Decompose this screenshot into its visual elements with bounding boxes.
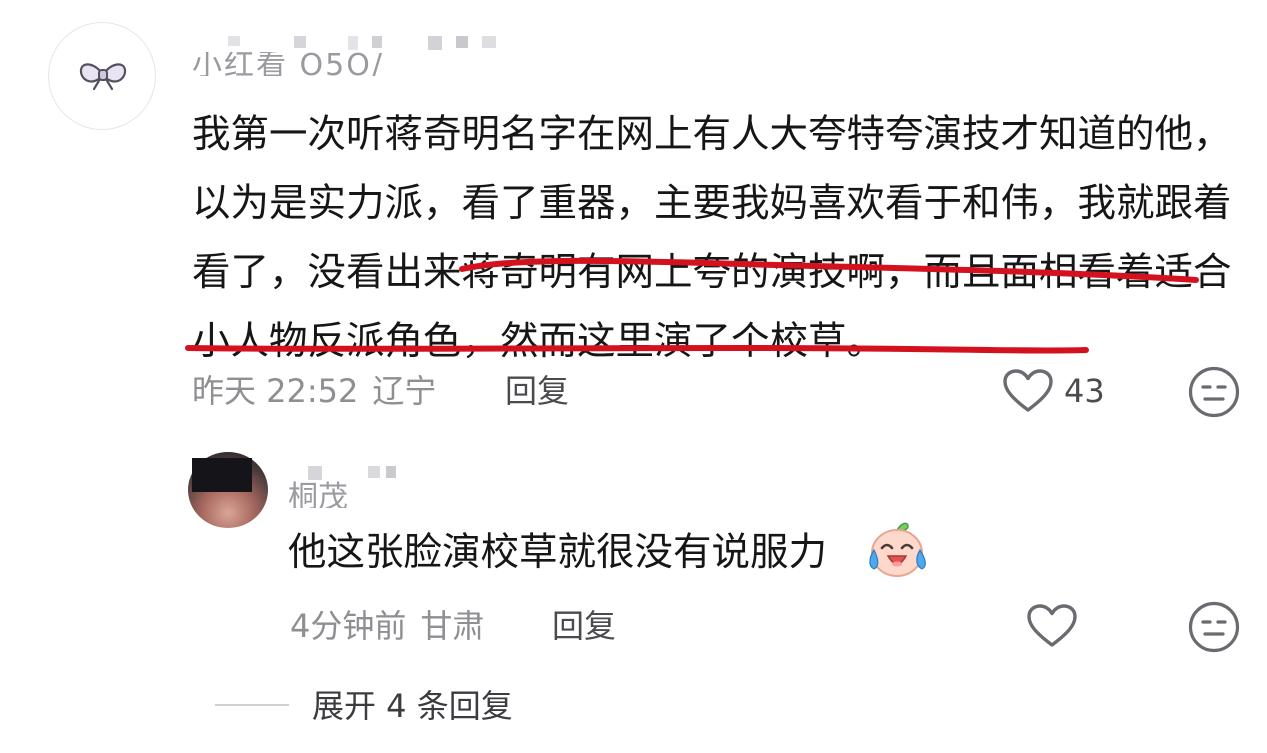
reply-text: 他这张脸演校草就很没有说服力 bbox=[288, 530, 828, 575]
heart-outline-icon[interactable] bbox=[1002, 368, 1054, 414]
avatar-mosaic bbox=[192, 458, 252, 492]
reply-meta: 4分钟前 甘肃 bbox=[290, 604, 498, 648]
username-mosaic bbox=[308, 466, 396, 480]
expand-divider bbox=[215, 704, 289, 706]
reply-button[interactable]: 回复 bbox=[552, 604, 616, 648]
expand-replies-button[interactable]: 展开 4 条回复 bbox=[312, 684, 513, 728]
meh-face-icon[interactable] bbox=[1188, 601, 1240, 653]
comment-time: 昨天 22:52 bbox=[192, 372, 359, 410]
username-mosaic bbox=[228, 36, 496, 50]
highlight-underline bbox=[185, 257, 1199, 354]
reply-button[interactable]: 回复 bbox=[505, 369, 569, 413]
like-count: 43 bbox=[1064, 372, 1105, 410]
comment-location: 辽宁 bbox=[372, 372, 437, 410]
heart-outline-icon[interactable] bbox=[1026, 603, 1078, 649]
meh-face-icon[interactable] bbox=[1188, 366, 1240, 418]
crying-laughing-emoji-icon bbox=[869, 522, 926, 577]
reply-time: 4分钟前 bbox=[290, 607, 407, 645]
bow-icon bbox=[79, 63, 127, 91]
comment-meta: 昨天 22:52 辽宁 bbox=[192, 369, 450, 413]
reply-location: 甘肃 bbox=[420, 607, 485, 645]
